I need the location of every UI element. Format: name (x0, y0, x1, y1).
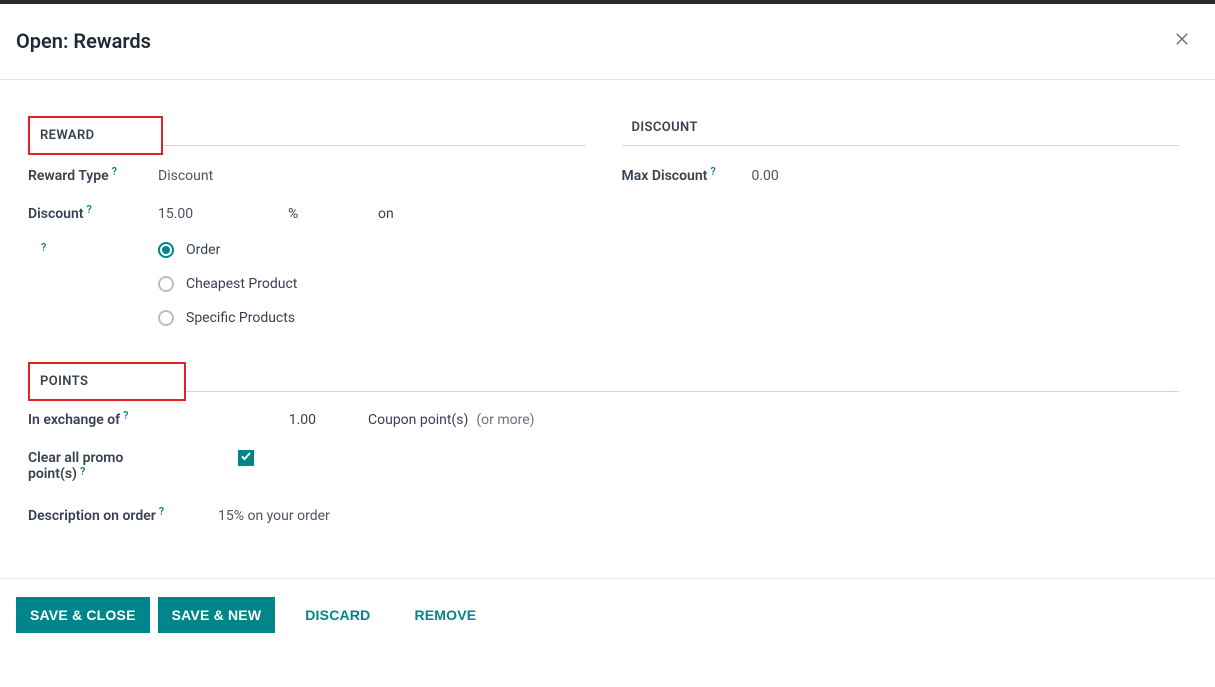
radio-cheapest-product[interactable]: Cheapest Product (158, 276, 586, 292)
help-icon[interactable]: ? (159, 505, 164, 518)
save-close-button[interactable]: SAVE & CLOSE (16, 597, 150, 633)
reward-section: REWARD Reward Type? Discount Discount? 1… (28, 80, 586, 326)
points-section: POINTS In exchange of? 1.00 Coupon point… (28, 326, 1179, 524)
discount-on-label: on (378, 206, 394, 222)
discount-row: Discount? 15.00 % on (28, 206, 586, 222)
radio-icon (158, 276, 174, 292)
reward-type-label: Reward Type? (28, 168, 158, 184)
radio-icon (158, 310, 174, 326)
close-button[interactable] (1169, 26, 1195, 55)
radio-icon (158, 242, 174, 258)
radio-specific-products[interactable]: Specific Products (158, 310, 586, 326)
exchange-unit: Coupon point(s) (368, 412, 468, 428)
clear-promo-label: Clear all promo point(s)? (28, 450, 238, 482)
discount-unit[interactable]: % (288, 206, 378, 222)
help-icon[interactable]: ? (710, 165, 715, 178)
max-discount-value[interactable]: 0.00 (752, 168, 779, 184)
radio-order[interactable]: Order (158, 242, 586, 258)
exchange-more: (or more) (476, 412, 534, 428)
clear-promo-checkbox[interactable] (238, 450, 254, 466)
discard-button[interactable]: DISCARD (291, 597, 384, 633)
close-icon (1173, 36, 1191, 51)
description-row: Description on order? 15% on your order (28, 508, 1179, 524)
discount-label: Discount? (28, 206, 158, 222)
remove-button[interactable]: REMOVE (400, 597, 490, 633)
help-icon[interactable]: ? (123, 409, 128, 422)
discount-value[interactable]: 15.00 (158, 206, 288, 222)
dialog-body: REWARD Reward Type? Discount Discount? 1… (0, 80, 1215, 544)
radio-label: Cheapest Product (186, 276, 297, 292)
exchange-label: In exchange of? (28, 412, 158, 428)
save-new-button[interactable]: SAVE & NEW (158, 597, 276, 633)
reward-type-value[interactable]: Discount (158, 168, 213, 184)
exchange-value[interactable]: 1.00 (158, 412, 328, 428)
max-discount-row: Max Discount? 0.00 (622, 168, 1180, 184)
clear-promo-row: Clear all promo point(s)? (28, 450, 1179, 482)
dialog-title: Open: Rewards (16, 29, 151, 53)
radio-label: Order (186, 242, 220, 258)
check-icon (240, 450, 252, 466)
help-icon[interactable]: ? (80, 465, 85, 478)
rewards-dialog: Open: Rewards REWARD Reward Type? Discou… (0, 4, 1215, 651)
reward-section-title: REWARD (28, 80, 586, 146)
discount-section: DISCOUNT Max Discount? 0.00 (622, 80, 1180, 326)
reward-type-row: Reward Type? Discount (28, 168, 586, 184)
radio-label: Specific Products (186, 310, 295, 326)
exchange-row: In exchange of? 1.00 Coupon point(s) (or… (28, 412, 1179, 428)
discount-apply-radio-group: Order Cheapest Product Specific Products (158, 242, 586, 326)
description-value[interactable]: 15% on your order (218, 508, 330, 524)
help-icon[interactable]: ? (41, 241, 46, 254)
help-icon[interactable]: ? (112, 165, 117, 178)
dialog-footer: SAVE & CLOSE SAVE & NEW DISCARD REMOVE (0, 578, 1215, 651)
dialog-header: Open: Rewards (0, 4, 1215, 80)
description-label: Description on order? (28, 508, 218, 524)
points-section-title: POINTS (28, 326, 1179, 392)
max-discount-label: Max Discount? (622, 168, 752, 184)
discount-section-title: DISCOUNT (622, 80, 1180, 146)
help-icon[interactable]: ? (87, 203, 92, 216)
